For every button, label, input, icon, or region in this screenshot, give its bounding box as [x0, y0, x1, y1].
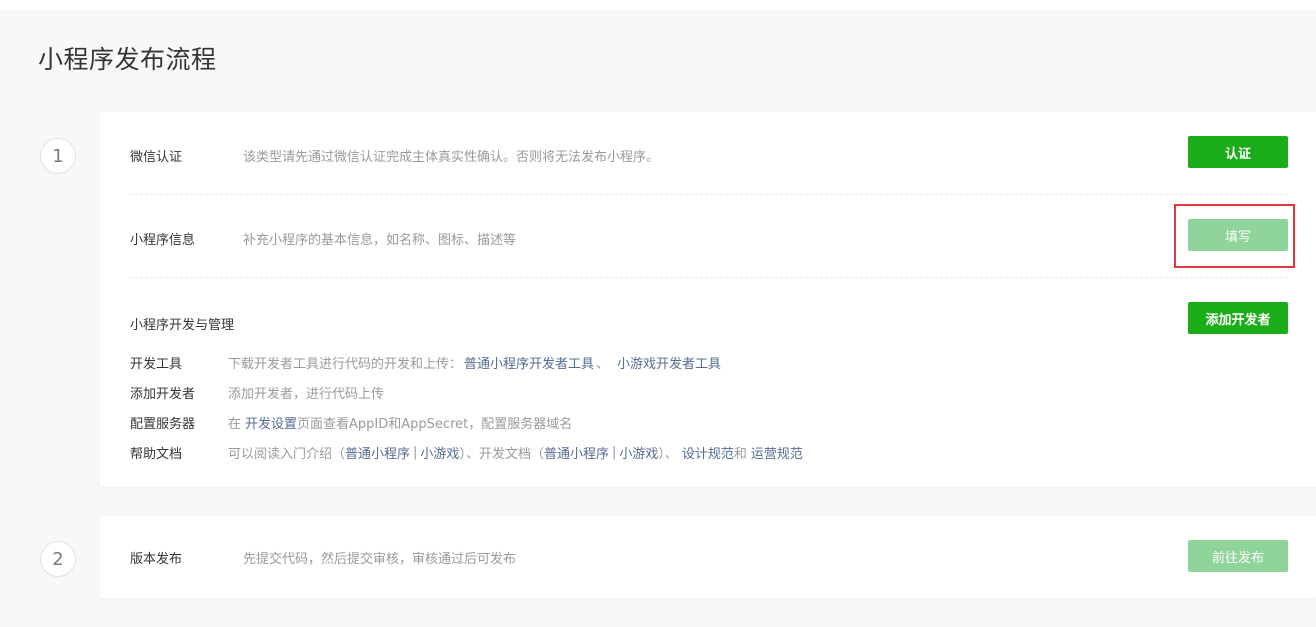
version-release-row: 版本发布 先提交代码，然后提交审核，审核通过后可发布 — [130, 546, 1288, 568]
help-text: ）、开发文档（ — [459, 447, 544, 462]
server-config-row: 配置服务器 在 开发设置 页面查看AppID和AppSecret，配置服务器域名 — [130, 413, 572, 432]
help-text: ）、 — [658, 447, 678, 462]
add-dev-desc: 添加开发者，进行代码上传 — [228, 387, 385, 402]
divider — [130, 277, 1288, 278]
dev-settings-link[interactable]: 开发设置 — [245, 413, 297, 432]
docs-mini-game-link[interactable]: 小游戏 — [619, 443, 658, 462]
separator: 、 — [596, 357, 610, 372]
dev-manage-title: 小程序开发与管理 — [130, 318, 235, 333]
wechat-verify-row: 微信认证 该类型请先通过微信认证完成主体真实性确认。否则将无法发布小程序。 — [130, 144, 1288, 166]
server-config-label: 配置服务器 — [130, 417, 196, 432]
operation-guide-link[interactable]: 运营规范 — [751, 443, 803, 462]
wechat-verify-label: 微信认证 — [130, 149, 183, 165]
app-info-label: 小程序信息 — [130, 232, 196, 248]
verify-button[interactable]: 认证 — [1188, 136, 1288, 168]
help-text: 可以阅读入门介绍（ — [228, 447, 346, 462]
step-number-2: 2 — [40, 541, 76, 577]
add-dev-row: 添加开发者 添加开发者，进行代码上传 — [130, 383, 384, 402]
intro-mini-program-link[interactable]: 普通小程序 — [345, 443, 410, 462]
bar: | — [611, 445, 617, 460]
page-title: 小程序发布流程 — [38, 45, 217, 74]
mini-program-devtools-link[interactable]: 普通小程序开发者工具 — [464, 353, 594, 372]
server-config-suffix: 页面查看AppID和AppSecret，配置服务器域名 — [297, 417, 573, 432]
help-text: 和 — [733, 447, 747, 462]
dev-tools-row: 开发工具 下载开发者工具进行代码的开发和上传： 普通小程序开发者工具 、 小游戏… — [130, 353, 721, 372]
add-dev-label: 添加开发者 — [130, 387, 196, 402]
app-info-desc: 补充小程序的基本信息，如名称、图标、描述等 — [243, 232, 517, 248]
docs-mini-program-link[interactable]: 普通小程序 — [544, 443, 609, 462]
version-release-label: 版本发布 — [130, 551, 183, 567]
divider — [130, 194, 1288, 195]
bar: | — [413, 445, 418, 460]
app-info-row: 小程序信息 补充小程序的基本信息，如名称、图标、描述等 — [130, 227, 1288, 249]
dev-tools-desc: 下载开发者工具进行代码的开发和上传： — [228, 357, 463, 372]
wechat-verify-desc: 该类型请先通过微信认证完成主体真实性确认。否则将无法发布小程序。 — [243, 149, 660, 165]
highlight-annotation-box — [1174, 204, 1295, 268]
dev-tools-label: 开发工具 — [130, 357, 183, 372]
design-guide-link[interactable]: 设计规范 — [682, 443, 734, 462]
version-release-desc: 先提交代码，然后提交审核，审核通过后可发布 — [243, 551, 517, 567]
help-docs-row: 帮助文档 可以阅读入门介绍（ 普通小程序 | 小游戏 ）、开发文档（ 普通小程序… — [130, 443, 803, 462]
mini-game-devtools-link[interactable]: 小游戏开发者工具 — [617, 353, 721, 372]
go-publish-button[interactable]: 前往发布 — [1188, 540, 1288, 572]
server-config-prefix: 在 — [228, 417, 242, 432]
help-docs-label: 帮助文档 — [130, 447, 183, 462]
step1-card: 微信认证 该类型请先通过微信认证完成主体真实性确认。否则将无法发布小程序。 认证… — [100, 112, 1316, 487]
step2-card: 版本发布 先提交代码，然后提交审核，审核通过后可发布 前往发布 — [100, 516, 1316, 598]
intro-mini-game-link[interactable]: 小游戏 — [420, 443, 459, 462]
add-developer-button[interactable]: 添加开发者 — [1188, 302, 1288, 334]
step-number-1: 1 — [40, 138, 76, 174]
page-background: 小程序发布流程 1 微信认证 该类型请先通过微信认证完成主体真实性确认。否则将无… — [0, 10, 1316, 627]
